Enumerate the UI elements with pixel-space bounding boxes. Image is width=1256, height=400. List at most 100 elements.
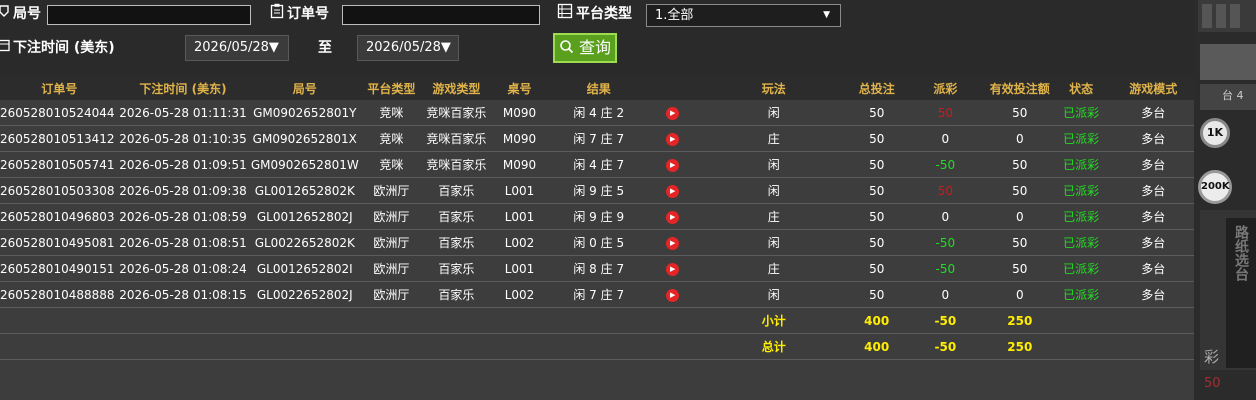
empty-cell <box>118 333 248 360</box>
cell-game-type: 竞咪百家乐 <box>420 151 493 178</box>
chevron-down-icon: ▼ <box>823 10 830 20</box>
platform-type-select[interactable]: 1.全部 ▼ <box>646 4 841 27</box>
table-row[interactable]: 260528010524044 2026-05-28 01:11:31 GM0902… <box>0 100 1194 126</box>
col-header-table-no[interactable]: 桌号 <box>492 76 547 100</box>
cell-valid-bet: 0 <box>989 203 1050 230</box>
subtotal-row-label: 小计 <box>694 307 853 334</box>
round-number-label: 局号 <box>0 3 41 23</box>
video-play-icon[interactable]: ▶ <box>666 106 680 120</box>
col-header-round[interactable]: 局号 <box>247 76 363 100</box>
date-from-picker[interactable]: 2026/05/28▼ <box>185 35 289 61</box>
road-map-select-tab[interactable]: 路纸选台 <box>1231 225 1251 365</box>
empty-cell <box>547 307 651 334</box>
cell-table-no: M090 <box>492 100 547 126</box>
empty-cell <box>0 307 119 334</box>
video-play-icon[interactable]: ▶ <box>666 184 680 198</box>
cell-round: GL0022652802J <box>247 281 363 308</box>
cell-result: 闲 7 庄 7 <box>547 125 651 152</box>
cell-order: 260528010524044 <box>0 100 119 126</box>
col-header-bet-time[interactable]: 下注时间 (美东) <box>118 76 248 100</box>
video-play-icon[interactable]: ▶ <box>666 158 680 172</box>
cell-total-bet: 50 <box>852 100 901 126</box>
video-cell[interactable]: ▶ <box>650 281 695 308</box>
table-row[interactable]: 260528010490151 2026-05-28 01:08:24 GL0012… <box>0 255 1194 282</box>
platform-type-label: 平台类型 <box>557 3 632 23</box>
col-header-result[interactable]: 结果 <box>547 76 651 100</box>
cell-game-type: 百家乐 <box>420 177 493 204</box>
cell-status: 已派彩 <box>1049 100 1113 126</box>
order-number-input[interactable] <box>342 5 540 25</box>
empty-cell <box>247 333 363 360</box>
cell-payout: -50 <box>900 255 990 282</box>
cell-table-no: M090 <box>492 125 547 152</box>
cell-play: 庄 <box>694 203 853 230</box>
table-row[interactable]: 260528010503308 2026-05-28 01:09:38 GL0012… <box>0 177 1194 204</box>
col-header-game-type[interactable]: 游戏类型 <box>420 76 493 100</box>
cell-play: 庄 <box>694 255 853 282</box>
cell-game-mode: 多台 <box>1112 203 1194 230</box>
col-header-total-bet[interactable]: 总投注 <box>852 76 901 100</box>
cell-play: 闲 <box>694 151 853 178</box>
bet-records-panel: 局号 订单号 平台类型 1.全部 ▼ 下注时间 (美东) 2026/05/28▼… <box>0 0 1194 400</box>
cell-game-mode: 多台 <box>1112 100 1194 126</box>
video-play-icon[interactable]: ▶ <box>666 236 680 250</box>
chip-200k[interactable]: 200K <box>1198 170 1232 204</box>
subtotal-row-payout: -50 <box>900 307 990 334</box>
cell-game-mode: 多台 <box>1112 151 1194 178</box>
subtotal-row: 小计 400 -50 250 <box>0 307 1194 334</box>
table-row[interactable]: 260528010513412 2026-05-28 01:10:35 GM0902… <box>0 125 1194 152</box>
cell-game-type: 百家乐 <box>420 229 493 256</box>
table-row[interactable]: 260528010495081 2026-05-28 01:08:51 GL0022… <box>0 229 1194 256</box>
col-header-game-mode[interactable]: 游戏模式 <box>1112 76 1194 100</box>
video-cell[interactable]: ▶ <box>650 255 695 282</box>
cell-valid-bet: 50 <box>989 177 1050 204</box>
col-header-video <box>650 76 695 100</box>
cell-order: 260528010513412 <box>0 125 119 152</box>
table-row[interactable]: 260528010505741 2026-05-28 01:09:51 GM0902… <box>0 151 1194 178</box>
query-button[interactable]: 查询 <box>553 33 617 63</box>
round-number-input[interactable] <box>47 5 251 25</box>
col-header-valid-bet[interactable]: 有效投注额 <box>989 76 1050 100</box>
video-cell[interactable]: ▶ <box>650 229 695 256</box>
cell-round: GM0902652801Y <box>247 100 363 126</box>
cell-play: 闲 <box>694 100 853 126</box>
video-play-icon[interactable]: ▶ <box>666 262 680 276</box>
video-cell[interactable]: ▶ <box>650 100 695 126</box>
empty-cell <box>1049 333 1113 360</box>
video-cell[interactable]: ▶ <box>650 151 695 178</box>
cell-payout: 0 <box>900 125 990 152</box>
cell-order: 260528010496803 <box>0 203 119 230</box>
empty-cell <box>420 307 493 334</box>
video-cell[interactable]: ▶ <box>650 125 695 152</box>
video-cell[interactable]: ▶ <box>650 203 695 230</box>
table-row[interactable]: 260528010488888 2026-05-28 01:08:15 GL0022… <box>0 281 1194 308</box>
chip-1k[interactable]: 1K <box>1200 118 1230 148</box>
col-header-platform[interactable]: 平台类型 <box>362 76 421 100</box>
col-header-status[interactable]: 状态 <box>1049 76 1113 100</box>
calendar-icon <box>0 38 10 56</box>
col-header-play[interactable]: 玩法 <box>694 76 853 100</box>
cell-platform: 竞咪 <box>362 125 421 152</box>
video-play-icon[interactable]: ▶ <box>666 288 680 302</box>
empty-cell <box>492 307 547 334</box>
empty-cell <box>247 307 363 334</box>
cell-game-type: 竞咪百家乐 <box>420 125 493 152</box>
cell-round: GM0902652801X <box>247 125 363 152</box>
cell-platform: 欧洲厅 <box>362 281 421 308</box>
cell-game-mode: 多台 <box>1112 125 1194 152</box>
cell-result: 闲 0 庄 5 <box>547 229 651 256</box>
cell-bet-time: 2026-05-28 01:10:35 <box>118 125 248 152</box>
video-cell[interactable]: ▶ <box>650 177 695 204</box>
video-play-icon[interactable]: ▶ <box>666 132 680 146</box>
cell-total-bet: 50 <box>852 203 901 230</box>
date-to-picker[interactable]: 2026/05/28▼ <box>357 35 459 61</box>
bet-time-label: 下注时间 (美东) <box>0 37 115 57</box>
table-row[interactable]: 260528010496803 2026-05-28 01:08:59 GL0012… <box>0 203 1194 230</box>
col-header-payout[interactable]: 派彩 <box>900 76 990 100</box>
col-header-order[interactable]: 订单号 <box>0 76 119 100</box>
cell-platform: 竞咪 <box>362 100 421 126</box>
video-play-icon[interactable]: ▶ <box>666 210 680 224</box>
cell-result: 闲 7 庄 7 <box>547 281 651 308</box>
cell-bet-time: 2026-05-28 01:08:15 <box>118 281 248 308</box>
cell-bet-time: 2026-05-28 01:11:31 <box>118 100 248 126</box>
